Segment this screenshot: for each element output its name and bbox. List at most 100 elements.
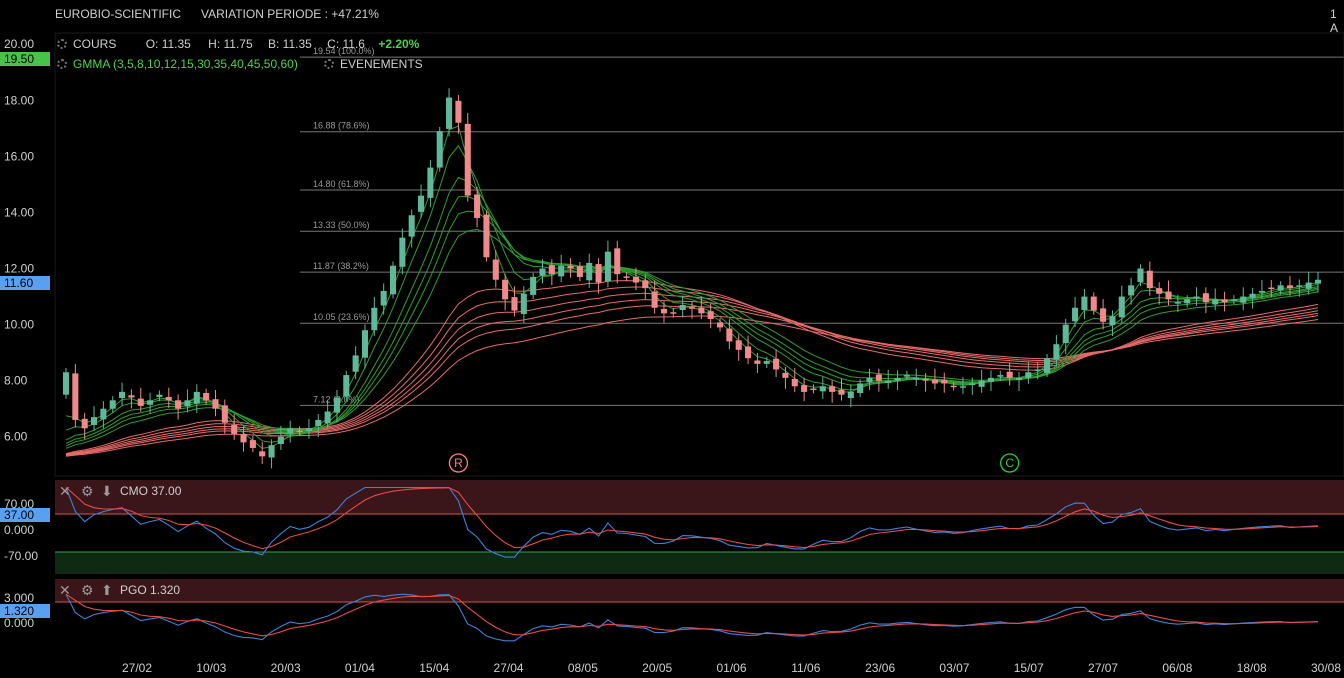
candle[interactable]	[847, 384, 854, 408]
candle-body	[819, 386, 826, 392]
arrow-up-icon[interactable]: ⬆	[101, 582, 113, 598]
candle[interactable]	[371, 296, 378, 337]
events-label[interactable]: EVENEMENTS	[340, 57, 423, 71]
candle[interactable]	[875, 368, 882, 392]
candlesticks[interactable]	[62, 88, 1322, 469]
candle[interactable]	[464, 112, 471, 202]
gear-icon[interactable]: ⚙	[81, 483, 94, 499]
candle-body	[651, 291, 658, 308]
candle[interactable]	[380, 283, 387, 315]
candle[interactable]	[72, 364, 79, 428]
event-markers[interactable]: RC	[448, 453, 1020, 473]
candle[interactable]	[109, 396, 116, 413]
candle[interactable]	[389, 261, 397, 299]
gmma-label[interactable]: GMMA (3,5,8,10,12,15,30,35,40,45,50,60)	[73, 57, 298, 71]
candle[interactable]	[427, 160, 434, 208]
time-axis-label: 20/05	[642, 661, 672, 675]
candle[interactable]	[184, 389, 191, 413]
candle[interactable]	[866, 368, 873, 390]
candle[interactable]	[857, 379, 864, 398]
candle[interactable]	[595, 258, 602, 294]
stock-chart[interactable]: 19.54 (100.0%)16.88 (78.6%)14.80 (61.8%)…	[0, 0, 1344, 678]
candle[interactable]	[156, 390, 163, 402]
candle[interactable]	[773, 349, 780, 378]
event-letter: R	[454, 456, 463, 470]
candle[interactable]	[62, 368, 70, 399]
candle[interactable]	[315, 414, 322, 438]
candle-body	[1249, 293, 1256, 298]
candle[interactable]	[212, 389, 219, 417]
candle[interactable]	[1081, 288, 1088, 320]
candle-body	[343, 375, 350, 397]
candle[interactable]	[782, 366, 789, 389]
candle-body	[969, 383, 976, 385]
candle[interactable]	[259, 442, 266, 464]
candle-body	[829, 386, 836, 392]
candle[interactable]	[791, 368, 798, 393]
candle[interactable]	[231, 414, 238, 440]
candle[interactable]	[810, 384, 817, 394]
candle[interactable]	[352, 346, 359, 380]
candle[interactable]	[1100, 299, 1107, 330]
candle[interactable]	[801, 377, 808, 402]
candle[interactable]	[829, 380, 836, 403]
close-icon[interactable]: ✕	[59, 483, 71, 499]
candle[interactable]	[586, 253, 593, 288]
candle[interactable]	[530, 272, 537, 300]
candle[interactable]	[483, 210, 490, 262]
candle[interactable]	[978, 369, 985, 393]
candle[interactable]	[614, 240, 621, 284]
candle[interactable]	[754, 352, 761, 374]
candle[interactable]	[343, 370, 350, 401]
candle[interactable]	[576, 262, 583, 282]
fib-label: 16.88 (78.6%)	[313, 121, 370, 131]
close-icon[interactable]: ✕	[59, 582, 71, 598]
candle[interactable]	[660, 301, 668, 323]
fib-label: 10.05 (23.6%)	[313, 312, 370, 322]
candle[interactable]	[90, 406, 98, 431]
candle-body	[1128, 285, 1135, 296]
candle[interactable]	[175, 394, 182, 420]
time-axis-label: 06/08	[1162, 661, 1192, 675]
candle[interactable]	[1072, 296, 1079, 328]
gear-icon[interactable]	[57, 59, 67, 69]
gear-icon[interactable]	[57, 39, 67, 49]
candle[interactable]	[1015, 371, 1023, 392]
candle[interactable]	[287, 420, 294, 443]
event-marker[interactable]: C	[1000, 453, 1020, 473]
candle[interactable]	[1156, 282, 1163, 305]
candle[interactable]	[670, 308, 677, 318]
candle[interactable]	[987, 370, 995, 392]
candle[interactable]	[558, 254, 565, 283]
candle[interactable]	[1025, 361, 1032, 384]
candle[interactable]	[81, 412, 88, 440]
candle[interactable]	[408, 209, 415, 248]
candle[interactable]	[165, 387, 172, 408]
gear-icon[interactable]: ⚙	[81, 582, 94, 598]
candle[interactable]	[455, 94, 462, 134]
candle[interactable]	[1202, 287, 1209, 314]
candle[interactable]	[819, 377, 826, 399]
gear-icon[interactable]	[324, 59, 334, 69]
candle[interactable]	[1212, 288, 1219, 311]
candle[interactable]	[436, 126, 443, 172]
candle[interactable]	[1221, 291, 1228, 312]
candle[interactable]	[203, 388, 210, 405]
candle[interactable]	[119, 382, 126, 406]
candle[interactable]	[567, 258, 574, 278]
candle[interactable]	[1062, 318, 1069, 355]
candle-body	[941, 380, 948, 384]
candle[interactable]	[679, 295, 686, 318]
event-marker[interactable]: R	[448, 453, 469, 473]
candle-body	[913, 377, 920, 380]
candle[interactable]	[1230, 295, 1237, 305]
cours-label[interactable]: COURS	[73, 37, 116, 51]
arrow-down-icon[interactable]: ⬇	[101, 483, 113, 499]
candle[interactable]	[604, 240, 611, 288]
candle[interactable]	[885, 369, 892, 389]
candle[interactable]	[1240, 287, 1247, 311]
candle[interactable]	[268, 439, 275, 469]
candle-body	[492, 259, 499, 280]
candle[interactable]	[894, 370, 901, 390]
candle[interactable]	[941, 372, 948, 393]
